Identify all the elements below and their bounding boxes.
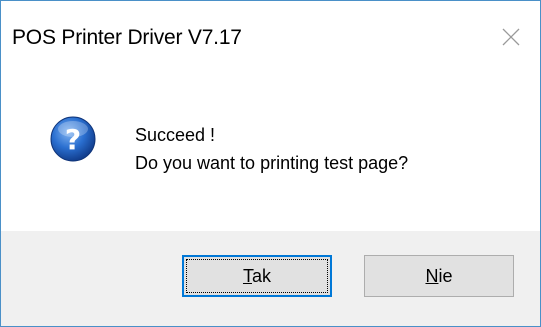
yes-label-rest: ak	[251, 265, 271, 286]
yes-button[interactable]: Tak	[182, 255, 332, 297]
no-label-rest: ie	[438, 265, 453, 286]
no-button-label: Nie	[425, 266, 452, 287]
svg-text:?: ?	[65, 123, 81, 156]
no-button[interactable]: Nie	[364, 255, 514, 297]
message-text: Succeed ! Do you want to printing test p…	[135, 121, 408, 177]
message-line-2: Do you want to printing test page?	[135, 153, 409, 173]
no-mnemonic: N	[425, 265, 439, 286]
message-line-1: Succeed !	[135, 125, 216, 145]
question-icon: ?	[49, 115, 97, 163]
window-title: POS Printer Driver V7.17	[12, 26, 242, 49]
yes-mnemonic: T	[242, 265, 252, 286]
message-dialog: POS Printer Driver V7.17 ? Succeed ! Do …	[0, 0, 541, 327]
button-bar: Tak Nie	[1, 231, 540, 326]
close-button[interactable]	[484, 11, 540, 63]
dialog-content: ? Succeed ! Do you want to printing test…	[1, 77, 540, 231]
yes-button-label: Tak	[243, 266, 271, 287]
title-bar: POS Printer Driver V7.17	[1, 1, 540, 77]
close-icon	[502, 28, 520, 46]
